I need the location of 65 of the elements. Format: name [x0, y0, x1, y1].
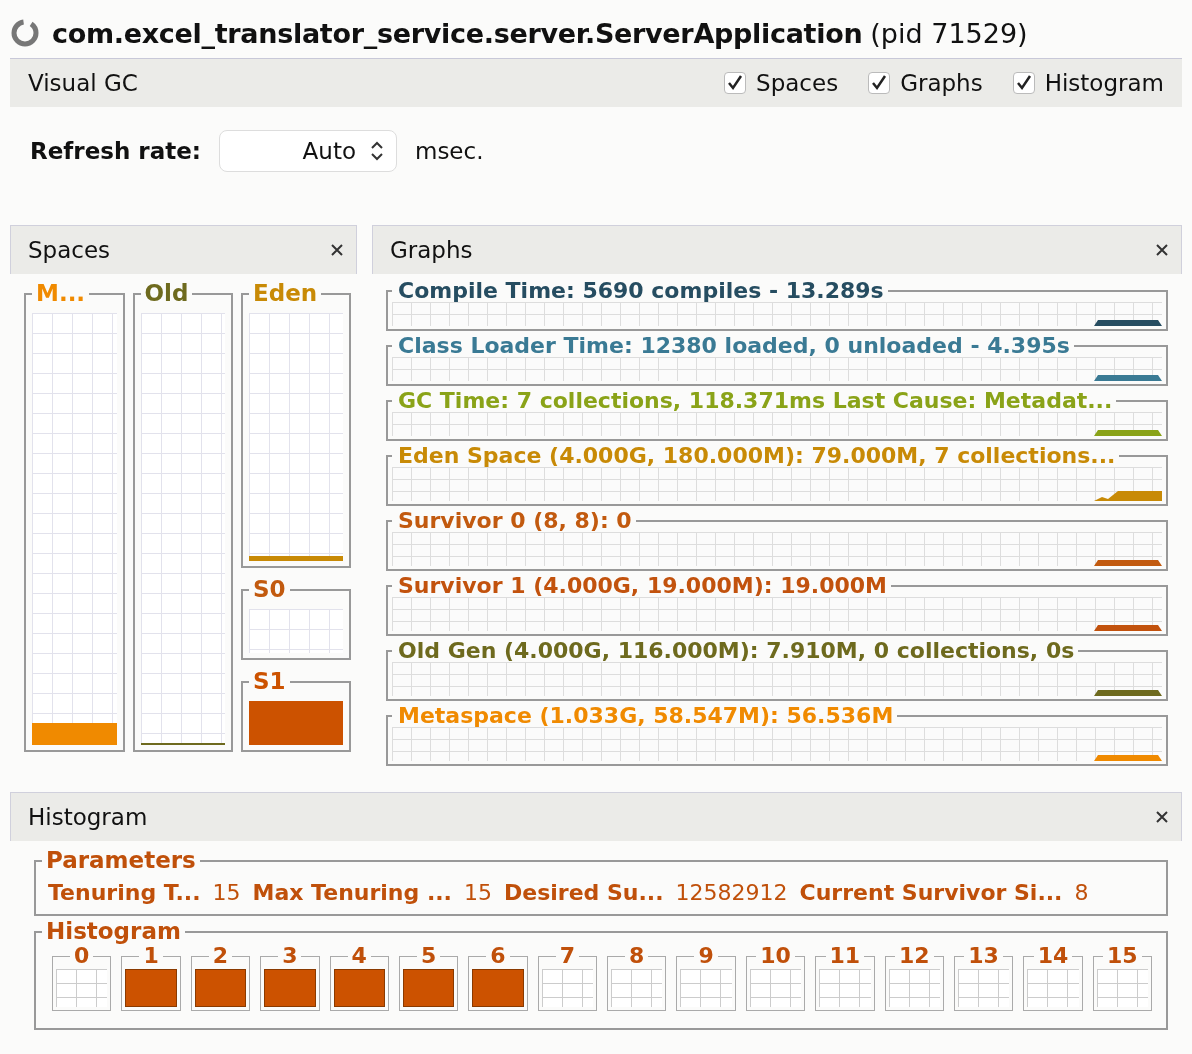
- checkbox[interactable]: Spaces: [724, 70, 839, 96]
- graph-label: Metaspace (1.033G, 58.547M): 56.536M: [397, 705, 895, 727]
- graph-label: Class Loader Time: 12380 loaded, 0 unloaded - 4.395s: [397, 335, 1071, 357]
- checkbox-box[interactable]: [724, 72, 747, 94]
- section-title: Histogram: [45, 920, 182, 943]
- checkbox-label: Graphs: [900, 70, 983, 96]
- bucket-label: 11: [828, 945, 862, 967]
- graph-label: Compile Time: 5690 compiles - 13.289s: [397, 280, 885, 302]
- chevron-icon: [370, 140, 384, 162]
- parameter-value: 12582912: [675, 880, 788, 905]
- check-icon: [870, 74, 889, 92]
- bucket-label: 1: [143, 945, 159, 967]
- spinner-icon: [10, 18, 40, 48]
- window-title: com.excel_translator_service.server.ServerApplication: [52, 17, 863, 49]
- parameter-value: 8: [1074, 880, 1089, 905]
- bucket-label: 5: [419, 945, 438, 967]
- parameter-label: Desired Su...: [504, 880, 664, 905]
- close-icon[interactable]: [330, 243, 344, 257]
- graph-label: GC Time: 7 collections, 118.371ms Last Cause: Metadat...: [397, 390, 1114, 412]
- parameter-label: Tenuring T...: [48, 880, 201, 905]
- bucket-label: 4: [350, 945, 368, 967]
- bucket-label: 15: [1106, 945, 1139, 967]
- unit-label: msec.: [415, 138, 484, 164]
- close-icon[interactable]: [1155, 810, 1169, 824]
- panel-title: Spaces: [28, 237, 111, 263]
- checkbox-label: Histogram: [1044, 70, 1164, 96]
- bucket-label: 6: [489, 945, 507, 967]
- graph-label: Survivor 0 (8, 8): 0: [397, 510, 633, 532]
- parameter-value: 15: [464, 880, 492, 905]
- bucket-label: 7: [558, 945, 576, 967]
- bucket-label: 0: [74, 945, 90, 967]
- tab-title: Visual GC: [28, 70, 139, 96]
- space-label: M...: [35, 282, 87, 305]
- bucket-label: 12: [897, 945, 931, 967]
- bucket-label: 3: [281, 945, 299, 967]
- close-icon[interactable]: [1155, 243, 1169, 257]
- refresh-dropdown[interactable]: Auto: [219, 130, 397, 172]
- panel-title: Histogram: [28, 804, 148, 830]
- space-label: Eden: [252, 282, 319, 305]
- bucket-label: 9: [697, 945, 715, 967]
- checkbox-box[interactable]: [1012, 72, 1035, 94]
- check-icon: [1014, 74, 1033, 92]
- parameter-label: Current Survivor Si...: [799, 880, 1063, 905]
- bucket-label: 8: [628, 945, 646, 967]
- checkbox[interactable]: Graphs: [868, 70, 983, 96]
- bucket-label: 10: [759, 945, 792, 967]
- graph-label: Eden Space (4.000G, 180.000M): 79.000M, 7 collections...: [397, 445, 1117, 467]
- space-label: Old: [143, 282, 190, 305]
- checkbox-label: Spaces: [756, 70, 839, 96]
- bucket-label: 13: [967, 945, 1000, 967]
- checkbox[interactable]: Histogram: [1012, 70, 1164, 96]
- process-id: (pid 71529): [870, 17, 1028, 49]
- space-label: S0: [252, 578, 287, 601]
- refresh-label: Refresh rate:: [30, 138, 201, 164]
- graph-label: Old Gen (4.000G, 116.000M): 7.910M, 0 collections, 0s: [397, 640, 1076, 662]
- parameter-label: Max Tenuring ...: [252, 880, 452, 905]
- checkbox-box[interactable]: [868, 72, 891, 94]
- space-label: S1: [252, 670, 287, 693]
- check-icon: [726, 74, 745, 92]
- graph-label: Survivor 1 (4.000G, 19.000M): 19.000M: [397, 575, 888, 597]
- panel-title: Graphs: [390, 237, 473, 263]
- parameter-value: 15: [212, 880, 241, 905]
- bucket-label: 2: [211, 945, 230, 967]
- bucket-label: 14: [1036, 945, 1070, 967]
- section-title: Parameters: [45, 849, 197, 872]
